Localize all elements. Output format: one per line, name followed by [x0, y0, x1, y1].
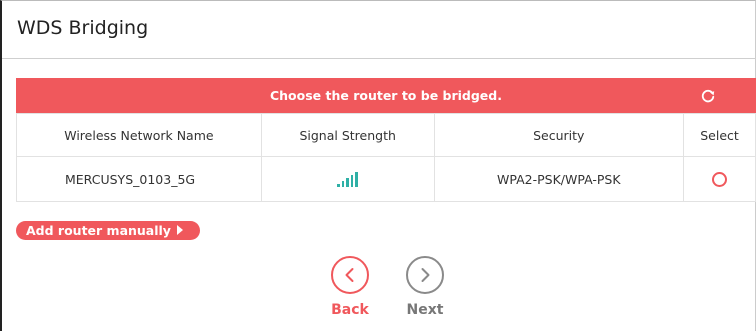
- next-chevron-icon: [406, 256, 444, 294]
- back-label: Back: [331, 302, 369, 318]
- security-cell: WPA2-PSK/WPA-PSK: [433, 156, 685, 202]
- refresh-icon[interactable]: [699, 87, 717, 105]
- router-table: Wireless Network Name Signal Strength Se…: [16, 113, 756, 202]
- column-header-select: Select: [683, 113, 756, 157]
- add-router-label: Add router manually: [26, 223, 171, 238]
- ssid-cell: MERCUSYS_0103_5G: [16, 156, 262, 202]
- signal-strength-icon: [337, 171, 358, 188]
- header-text: Choose the router to be bridged.: [269, 88, 502, 103]
- signal-cell: [260, 156, 435, 202]
- table-row[interactable]: MERCUSYS_0103_5G WPA2-PSK/WPA-PSK: [16, 156, 756, 202]
- select-radio[interactable]: [712, 172, 728, 187]
- column-header-name: Wireless Network Name: [16, 113, 262, 157]
- column-header-signal: Signal Strength: [260, 113, 435, 157]
- column-header-security: Security: [433, 113, 685, 157]
- title-divider: [2, 58, 756, 59]
- back-chevron-icon: [331, 256, 369, 294]
- select-cell: [683, 156, 756, 202]
- next-label: Next: [406, 302, 444, 318]
- router-list-header: Choose the router to be bridged.: [16, 78, 756, 113]
- next-button[interactable]: Next: [403, 256, 447, 318]
- add-router-manually-button[interactable]: Add router manually: [16, 221, 200, 240]
- play-arrow-icon: [176, 225, 183, 235]
- back-button[interactable]: Back: [328, 256, 372, 318]
- page-title: WDS Bridging: [17, 17, 149, 39]
- table-header-row: Wireless Network Name Signal Strength Se…: [16, 113, 756, 157]
